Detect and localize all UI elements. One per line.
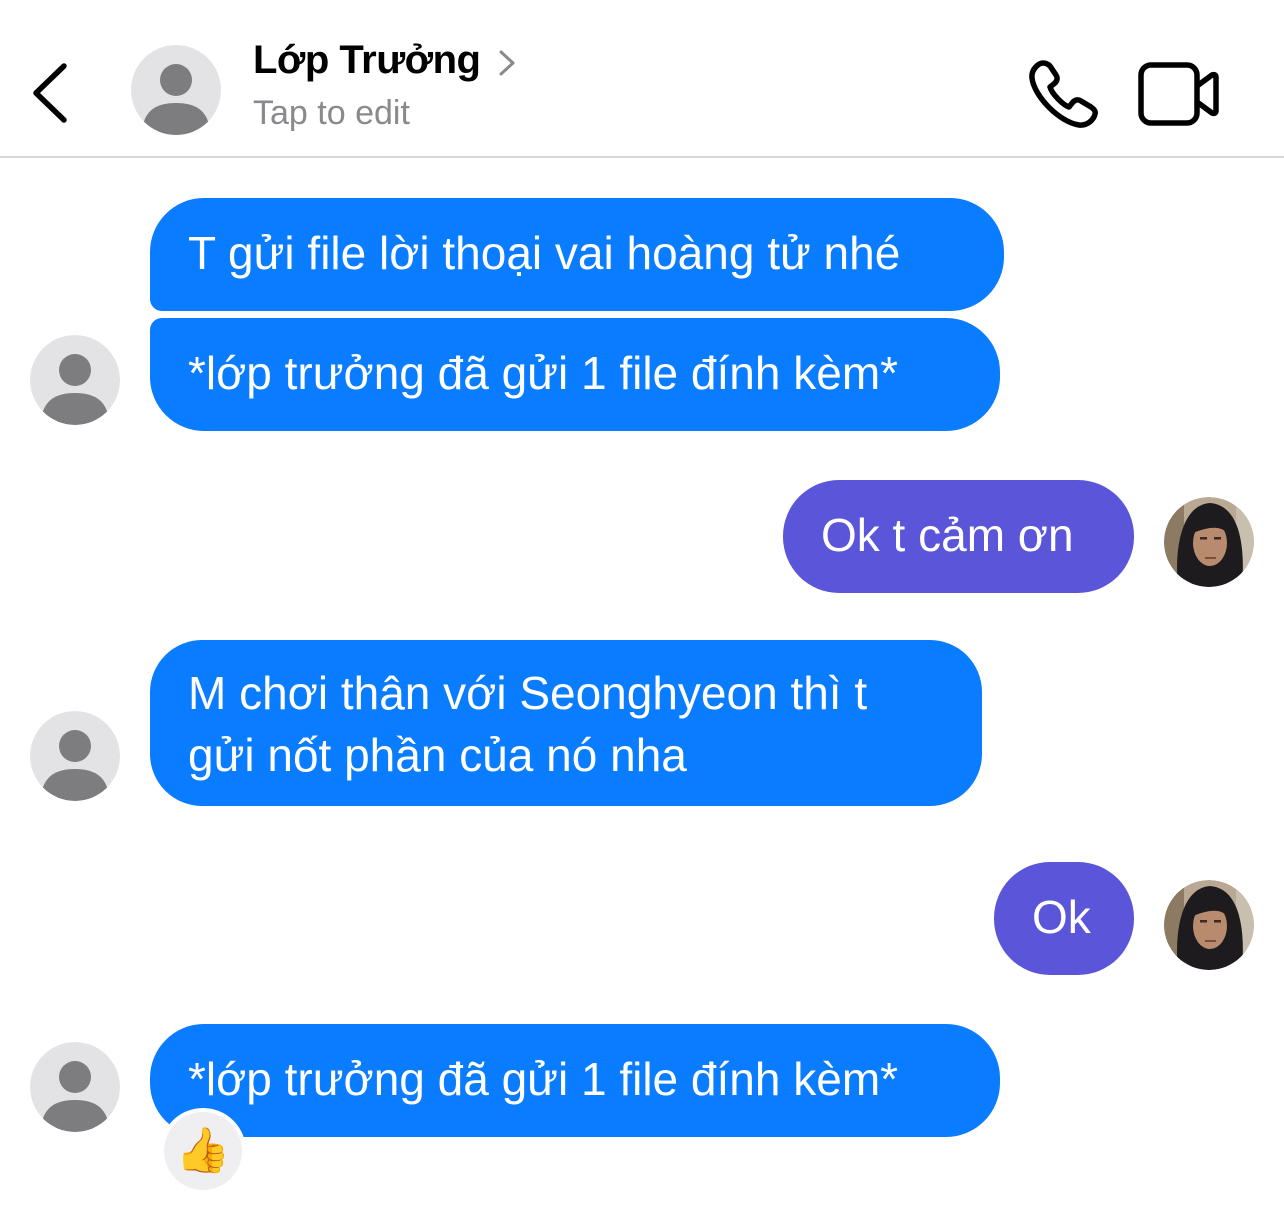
- person-silhouette-icon: [30, 335, 120, 425]
- chat-screen: Lớp Trưởng Tap to edit T gửi file lời th…: [0, 0, 1284, 1220]
- voice-call-button[interactable]: [1025, 56, 1103, 132]
- person-silhouette-icon: [131, 45, 221, 135]
- chevron-left-icon: [33, 63, 67, 123]
- person-silhouette-icon: [30, 1042, 120, 1132]
- profile-photo-icon: [1164, 497, 1254, 587]
- video-camera-icon: [1138, 62, 1219, 126]
- message-text: Ok t cảm ơn: [821, 509, 1074, 561]
- my-avatar[interactable]: [1164, 880, 1254, 970]
- message-text-line: gửi nốt phần của nó nha: [188, 729, 687, 781]
- chevron-right-icon[interactable]: [495, 46, 519, 80]
- contact-name[interactable]: Lớp Trưởng: [253, 38, 481, 83]
- person-silhouette-icon: [30, 711, 120, 801]
- video-call-button[interactable]: [1136, 58, 1220, 130]
- sender-avatar[interactable]: [30, 335, 120, 425]
- message-bubble-outgoing[interactable]: Ok t cảm ơn: [783, 480, 1134, 593]
- message-text: *lớp trưởng đã gửi 1 file đính kèm*: [188, 1053, 899, 1105]
- chat-header: Lớp Trưởng Tap to edit: [0, 0, 1284, 158]
- back-button[interactable]: [22, 58, 82, 128]
- thumbs-up-reaction-icon[interactable]: 👍: [160, 1108, 246, 1194]
- sender-avatar[interactable]: [30, 1042, 120, 1132]
- message-bubble-incoming[interactable]: T gửi file lời thoại vai hoàng tử nhé: [150, 198, 1004, 311]
- message-text: Ok: [1032, 891, 1091, 943]
- contact-avatar[interactable]: [131, 45, 221, 135]
- message-text-line: M chơi thân với Seonghyeon thì t: [188, 667, 868, 719]
- message-text: T gửi file lời thoại vai hoàng tử nhé: [188, 227, 901, 279]
- message-bubble-outgoing[interactable]: Ok: [994, 862, 1134, 975]
- phone-icon: [1029, 60, 1098, 128]
- message-text: *lớp trưởng đã gửi 1 file đính kèm*: [188, 347, 899, 399]
- my-avatar[interactable]: [1164, 497, 1254, 587]
- profile-photo-icon: [1164, 880, 1254, 970]
- message-bubble-incoming[interactable]: *lớp trưởng đã gửi 1 file đính kèm*: [150, 1024, 1000, 1137]
- message-bubble-incoming[interactable]: *lớp trưởng đã gửi 1 file đính kèm*: [150, 318, 1000, 431]
- message-bubble-incoming[interactable]: M chơi thân với Seonghyeon thì t gửi nốt…: [150, 640, 982, 806]
- tap-to-edit-label[interactable]: Tap to edit: [253, 94, 410, 133]
- sender-avatar[interactable]: [30, 711, 120, 801]
